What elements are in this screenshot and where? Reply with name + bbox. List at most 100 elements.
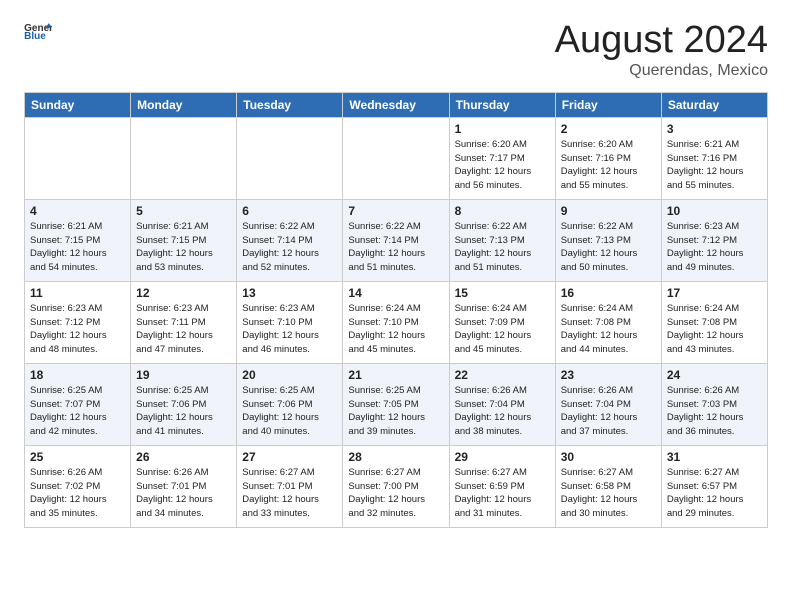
- day-number: 28: [348, 450, 443, 464]
- location: Querendas, Mexico: [555, 62, 768, 80]
- day-number: 23: [561, 368, 656, 382]
- col-header-wednesday: Wednesday: [343, 92, 449, 117]
- day-number: 31: [667, 450, 762, 464]
- day-number: 10: [667, 204, 762, 218]
- day-number: 25: [30, 450, 125, 464]
- week-row-1: 1 Sunrise: 6:20 AM Sunset: 7:17 PM Daylig…: [25, 117, 768, 199]
- col-header-tuesday: Tuesday: [237, 92, 343, 117]
- day-number: 24: [667, 368, 762, 382]
- day-number: 21: [348, 368, 443, 382]
- week-row-4: 18 Sunrise: 6:25 AM Sunset: 7:07 PM Dayli…: [25, 363, 768, 445]
- day-info: Sunrise: 6:26 AM Sunset: 7:04 PM Dayligh…: [455, 384, 550, 439]
- calendar-cell: 26Sunrise: 6:26 AM Sunset: 7:01 PM Dayli…: [131, 445, 237, 527]
- week-row-2: 4 Sunrise: 6:21 AM Sunset: 7:15 PM Daylig…: [25, 199, 768, 281]
- calendar-cell: 16Sunrise: 6:24 AM Sunset: 7:08 PM Dayli…: [555, 281, 661, 363]
- day-info: Sunrise: 6:24 AM Sunset: 7:10 PM Dayligh…: [348, 302, 443, 357]
- day-info: Sunrise: 6:24 AM Sunset: 7:09 PM Dayligh…: [455, 302, 550, 357]
- day-info: Sunrise: 6:27 AM Sunset: 6:58 PM Dayligh…: [561, 466, 656, 521]
- day-number: 9: [561, 204, 656, 218]
- svg-text:Blue: Blue: [24, 31, 46, 40]
- day-info: Sunrise: 6:25 AM Sunset: 7:06 PM Dayligh…: [136, 384, 231, 439]
- day-number: 11: [30, 286, 125, 300]
- day-info: Sunrise: 6:26 AM Sunset: 7:02 PM Dayligh…: [30, 466, 125, 521]
- calendar-cell: [25, 117, 131, 199]
- day-info: Sunrise: 6:27 AM Sunset: 7:01 PM Dayligh…: [242, 466, 337, 521]
- day-info: Sunrise: 6:22 AM Sunset: 7:13 PM Dayligh…: [561, 220, 656, 275]
- col-header-saturday: Saturday: [661, 92, 767, 117]
- day-info: Sunrise: 6:25 AM Sunset: 7:06 PM Dayligh…: [242, 384, 337, 439]
- day-number: 14: [348, 286, 443, 300]
- calendar-cell: 21 Sunrise: 6:25 AM Sunset: 7:05 PM Dayli…: [343, 363, 449, 445]
- day-number: 1: [455, 122, 550, 136]
- week-row-5: 25 Sunrise: 6:26 AM Sunset: 7:02 PM Dayli…: [25, 445, 768, 527]
- calendar-cell: 8 Sunrise: 6:22 AM Sunset: 7:13 PM Daylig…: [449, 199, 555, 281]
- calendar-body: 1 Sunrise: 6:20 AM Sunset: 7:17 PM Daylig…: [25, 117, 768, 527]
- calendar-cell: 29 Sunrise: 6:27 AM Sunset: 6:59 PM Dayli…: [449, 445, 555, 527]
- calendar-cell: 22 Sunrise: 6:26 AM Sunset: 7:04 PM Dayli…: [449, 363, 555, 445]
- day-info: Sunrise: 6:26 AM Sunset: 7:03 PM Dayligh…: [667, 384, 762, 439]
- calendar-cell: 1 Sunrise: 6:20 AM Sunset: 7:17 PM Daylig…: [449, 117, 555, 199]
- day-info: Sunrise: 6:22 AM Sunset: 7:14 PM Dayligh…: [242, 220, 337, 275]
- day-number: 22: [455, 368, 550, 382]
- title-block: August 2024 Querendas, Mexico: [555, 20, 768, 80]
- day-info: Sunrise: 6:26 AM Sunset: 7:01 PM Dayligh…: [136, 466, 231, 521]
- calendar-cell: 24 Sunrise: 6:26 AM Sunset: 7:03 PM Dayli…: [661, 363, 767, 445]
- day-info: Sunrise: 6:23 AM Sunset: 7:10 PM Dayligh…: [242, 302, 337, 357]
- day-info: Sunrise: 6:21 AM Sunset: 7:16 PM Dayligh…: [667, 138, 762, 193]
- logo-icon: General Blue: [24, 20, 52, 40]
- day-info: Sunrise: 6:25 AM Sunset: 7:07 PM Dayligh…: [30, 384, 125, 439]
- day-info: Sunrise: 6:27 AM Sunset: 7:00 PM Dayligh…: [348, 466, 443, 521]
- day-number: 20: [242, 368, 337, 382]
- day-number: 13: [242, 286, 337, 300]
- day-info: Sunrise: 6:23 AM Sunset: 7:12 PM Dayligh…: [667, 220, 762, 275]
- calendar-cell: 4 Sunrise: 6:21 AM Sunset: 7:15 PM Daylig…: [25, 199, 131, 281]
- col-header-thursday: Thursday: [449, 92, 555, 117]
- day-info: Sunrise: 6:20 AM Sunset: 7:17 PM Dayligh…: [455, 138, 550, 193]
- day-info: Sunrise: 6:21 AM Sunset: 7:15 PM Dayligh…: [136, 220, 231, 275]
- col-header-friday: Friday: [555, 92, 661, 117]
- day-info: Sunrise: 6:23 AM Sunset: 7:12 PM Dayligh…: [30, 302, 125, 357]
- calendar-cell: 23Sunrise: 6:26 AM Sunset: 7:04 PM Dayli…: [555, 363, 661, 445]
- day-info: Sunrise: 6:27 AM Sunset: 6:59 PM Dayligh…: [455, 466, 550, 521]
- day-info: Sunrise: 6:20 AM Sunset: 7:16 PM Dayligh…: [561, 138, 656, 193]
- day-number: 27: [242, 450, 337, 464]
- calendar-cell: [131, 117, 237, 199]
- calendar-header-row: SundayMondayTuesdayWednesdayThursdayFrid…: [25, 92, 768, 117]
- calendar-cell: 27 Sunrise: 6:27 AM Sunset: 7:01 PM Dayli…: [237, 445, 343, 527]
- calendar-cell: 3 Sunrise: 6:21 AM Sunset: 7:16 PM Daylig…: [661, 117, 767, 199]
- calendar-cell: 19 Sunrise: 6:25 AM Sunset: 7:06 PM Dayli…: [131, 363, 237, 445]
- calendar-cell: 18 Sunrise: 6:25 AM Sunset: 7:07 PM Dayli…: [25, 363, 131, 445]
- day-info: Sunrise: 6:21 AM Sunset: 7:15 PM Dayligh…: [30, 220, 125, 275]
- calendar-cell: 2Sunrise: 6:20 AM Sunset: 7:16 PM Daylig…: [555, 117, 661, 199]
- calendar-cell: [237, 117, 343, 199]
- col-header-sunday: Sunday: [25, 92, 131, 117]
- day-number: 8: [455, 204, 550, 218]
- calendar-cell: 20 Sunrise: 6:25 AM Sunset: 7:06 PM Dayli…: [237, 363, 343, 445]
- day-number: 12: [136, 286, 231, 300]
- page: General Blue August 2024 Querendas, Mexi…: [0, 0, 792, 544]
- week-row-3: 11 Sunrise: 6:23 AM Sunset: 7:12 PM Dayli…: [25, 281, 768, 363]
- day-number: 18: [30, 368, 125, 382]
- calendar-cell: [343, 117, 449, 199]
- day-number: 19: [136, 368, 231, 382]
- month-title: August 2024: [555, 20, 768, 62]
- day-info: Sunrise: 6:23 AM Sunset: 7:11 PM Dayligh…: [136, 302, 231, 357]
- day-number: 6: [242, 204, 337, 218]
- day-number: 29: [455, 450, 550, 464]
- calendar-cell: 12 Sunrise: 6:23 AM Sunset: 7:11 PM Dayli…: [131, 281, 237, 363]
- calendar-cell: 5Sunrise: 6:21 AM Sunset: 7:15 PM Daylig…: [131, 199, 237, 281]
- day-number: 3: [667, 122, 762, 136]
- calendar-cell: 6 Sunrise: 6:22 AM Sunset: 7:14 PM Daylig…: [237, 199, 343, 281]
- calendar-cell: 25 Sunrise: 6:26 AM Sunset: 7:02 PM Dayli…: [25, 445, 131, 527]
- day-number: 4: [30, 204, 125, 218]
- calendar-cell: 11 Sunrise: 6:23 AM Sunset: 7:12 PM Dayli…: [25, 281, 131, 363]
- day-info: Sunrise: 6:24 AM Sunset: 7:08 PM Dayligh…: [561, 302, 656, 357]
- day-info: Sunrise: 6:25 AM Sunset: 7:05 PM Dayligh…: [348, 384, 443, 439]
- logo: General Blue: [24, 20, 52, 40]
- day-info: Sunrise: 6:22 AM Sunset: 7:13 PM Dayligh…: [455, 220, 550, 275]
- col-header-monday: Monday: [131, 92, 237, 117]
- calendar-cell: 31Sunrise: 6:27 AM Sunset: 6:57 PM Dayli…: [661, 445, 767, 527]
- calendar-cell: 7Sunrise: 6:22 AM Sunset: 7:14 PM Daylig…: [343, 199, 449, 281]
- calendar-table: SundayMondayTuesdayWednesdayThursdayFrid…: [24, 92, 768, 528]
- day-info: Sunrise: 6:24 AM Sunset: 7:08 PM Dayligh…: [667, 302, 762, 357]
